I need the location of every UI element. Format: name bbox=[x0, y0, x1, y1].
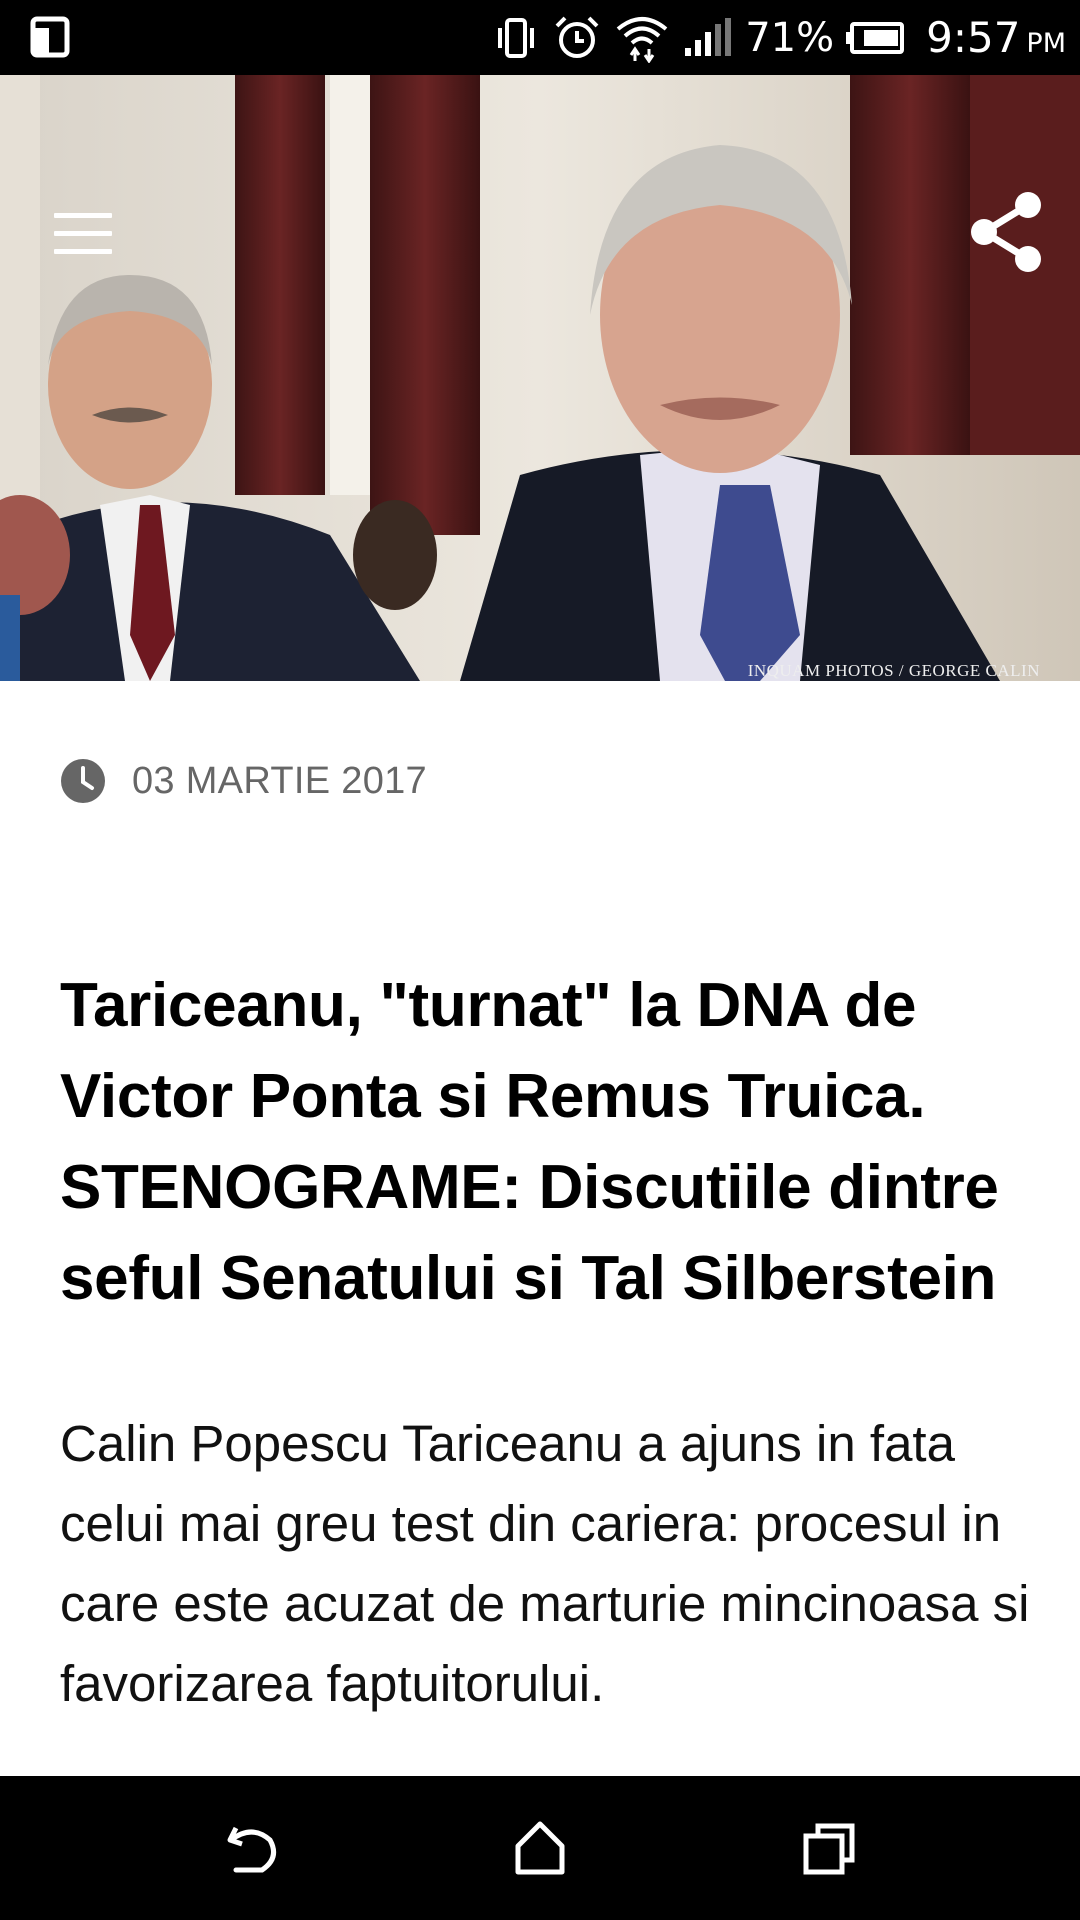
home-icon[interactable] bbox=[510, 1818, 570, 1878]
share-icon[interactable] bbox=[970, 191, 1044, 278]
article-title: Tariceanu, "turnat" la DNA de Victor Pon… bbox=[60, 971, 999, 1313]
hero-photo bbox=[0, 75, 1080, 681]
clock-icon bbox=[60, 758, 106, 804]
alarm-icon bbox=[553, 14, 601, 62]
status-bar: 71% 9:57 PM bbox=[0, 0, 1080, 75]
hamburger-menu-icon[interactable] bbox=[54, 213, 112, 255]
wifi-icon bbox=[615, 13, 669, 63]
article-date: 03 MARTIE 2017 bbox=[132, 759, 427, 802]
photo-credit: INQUAM PHOTOS / GEORGE CALIN bbox=[747, 661, 1040, 680]
signal-icon bbox=[683, 17, 732, 58]
back-icon[interactable] bbox=[222, 1818, 282, 1878]
battery-icon bbox=[846, 21, 905, 54]
article-hero-image: INQUAM PHOTOS / GEORGE CALIN bbox=[0, 75, 1080, 681]
system-navigation-bar bbox=[0, 1776, 1080, 1920]
vibrate-icon bbox=[493, 15, 539, 61]
recents-icon[interactable] bbox=[800, 1818, 860, 1878]
clock-time: 9:57 bbox=[926, 13, 1021, 62]
clock-ampm: PM bbox=[1026, 28, 1066, 59]
article-date-row: 03 MARTIE 2017 bbox=[60, 758, 427, 804]
battery-percent: 71% bbox=[745, 14, 835, 61]
article-lead: Calin Popescu Tariceanu a ajuns in fata … bbox=[60, 1415, 1030, 1712]
multi-window-icon bbox=[30, 16, 70, 63]
